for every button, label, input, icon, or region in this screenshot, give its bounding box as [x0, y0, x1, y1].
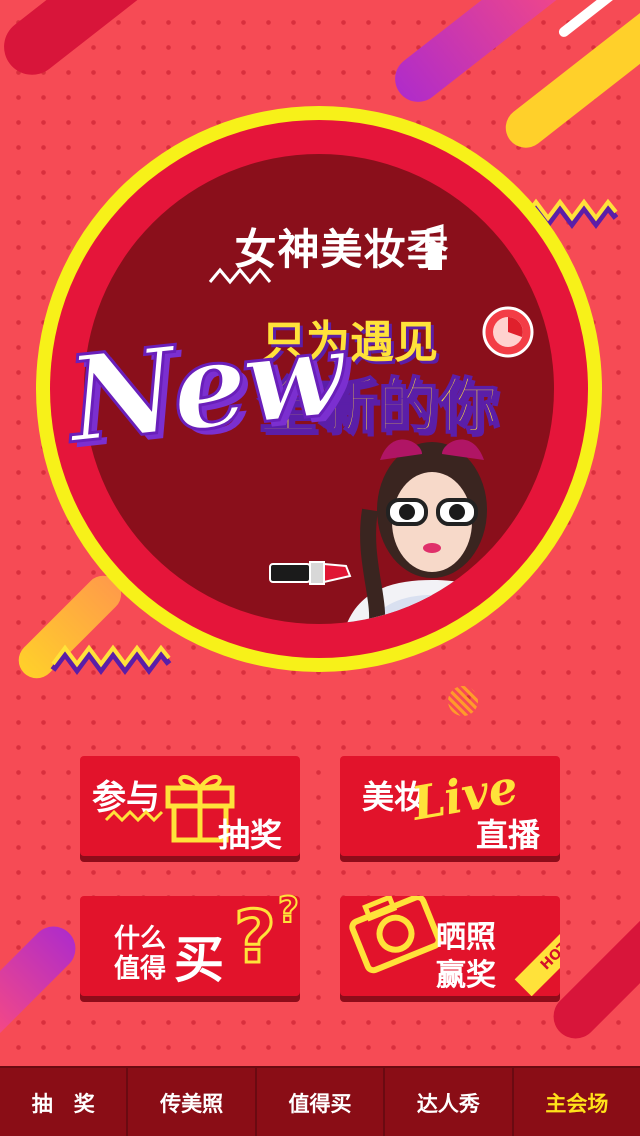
tab-worth-buying[interactable]: 值得买	[257, 1068, 386, 1136]
svg-text:?: ?	[234, 895, 276, 979]
live-stream-tile[interactable]: 美妆 Live 直播	[340, 756, 560, 856]
logo-lipstick-icon	[426, 224, 444, 270]
decor-stripe-purple-left	[0, 917, 85, 1048]
decor-zigzag	[50, 644, 172, 675]
decor-stripe-red-top	[0, 0, 264, 87]
tab-lottery[interactable]: 抽 奖	[0, 1068, 129, 1136]
tab-expert-show[interactable]: 达人秀	[385, 1068, 514, 1136]
photo-contest-tile[interactable]: 晒照 赢奖 HOT	[340, 896, 560, 996]
worth-line2: 值得	[114, 954, 167, 984]
hot-badge-label: HOT	[537, 938, 560, 974]
logo-zigzag	[208, 267, 272, 285]
photo-line2: 赢奖	[436, 958, 496, 993]
lipstick-icon	[269, 561, 352, 585]
tile-zigzag	[104, 809, 164, 823]
campaign-page: 女神美妆季 只为遇见 全新的你 New 参与 抽奖 美妆 Live 直播 什么 …	[0, 0, 640, 1136]
bottom-tab-bar: 抽 奖 传美照 值得买 达人秀 主会场	[0, 1066, 640, 1136]
decor-striped-dot	[448, 686, 478, 716]
camera-icon	[349, 896, 442, 974]
lottery-tile[interactable]: 参与 抽奖	[80, 756, 300, 856]
question-marks-icon: ? ?	[233, 890, 300, 980]
worth-buying-tile[interactable]: 什么 值得 买 ? ?	[80, 890, 300, 996]
tab-main-venue[interactable]: 主会场	[514, 1068, 640, 1136]
hot-badge: HOT	[514, 915, 560, 996]
svg-text:?: ?	[278, 890, 299, 931]
live-line2: 直播	[476, 816, 541, 854]
hero-banner[interactable]: 女神美妆季 只为遇见 全新的你 New	[36, 106, 602, 672]
lottery-line2: 抽奖	[218, 816, 283, 854]
tab-upload-photo[interactable]: 传美照	[128, 1068, 257, 1136]
model-photo	[346, 439, 524, 624]
worth-big: 买	[174, 930, 224, 989]
